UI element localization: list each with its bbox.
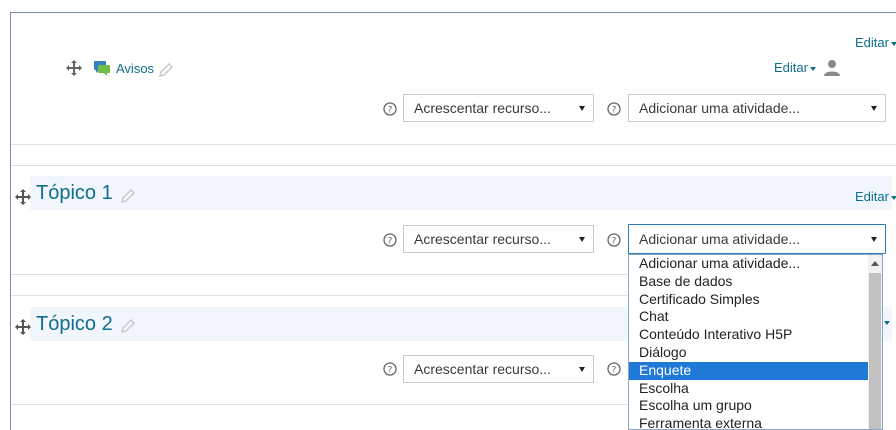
dropdown-option[interactable]: Enquete bbox=[629, 361, 869, 380]
section-2-edit-caret-icon[interactable] bbox=[884, 321, 890, 325]
section-1-edit-menu[interactable]: Editar bbox=[855, 189, 896, 204]
select-value: Acrescentar recurso... bbox=[414, 361, 551, 377]
select-value: Acrescentar recurso... bbox=[414, 100, 551, 116]
edit-label: Editar bbox=[774, 60, 808, 75]
dropdown-option[interactable]: Certificado Simples bbox=[629, 291, 869, 309]
move-icon[interactable] bbox=[15, 189, 31, 205]
add-resource-select[interactable]: Acrescentar recurso... bbox=[403, 355, 594, 383]
dropdown-option[interactable]: Ferramenta externa bbox=[629, 415, 869, 429]
user-icon bbox=[824, 60, 840, 76]
add-activity-select[interactable]: Adicionar uma atividade... bbox=[628, 94, 886, 122]
activity-edit-menu[interactable]: Editar bbox=[774, 60, 816, 75]
svg-text:?: ? bbox=[388, 106, 393, 116]
pencil-icon[interactable] bbox=[158, 62, 174, 78]
chevron-down-icon bbox=[579, 106, 585, 111]
caret-down-icon bbox=[890, 195, 896, 200]
add-activity-select-open[interactable]: Adicionar uma atividade... bbox=[628, 224, 886, 254]
section-divider bbox=[11, 404, 628, 405]
move-icon[interactable] bbox=[66, 60, 82, 76]
section-1-title[interactable]: Tópico 1 bbox=[36, 182, 113, 205]
dropdown-option[interactable]: Base de dados bbox=[629, 273, 869, 291]
edit-label: Editar bbox=[855, 35, 889, 50]
add-resource-select[interactable]: Acrescentar recurso... bbox=[403, 225, 594, 253]
dropdown-option[interactable]: Chat bbox=[629, 308, 869, 326]
chevron-down-icon bbox=[871, 237, 877, 242]
svg-text:?: ? bbox=[612, 366, 617, 376]
dropdown-option[interactable]: Adicionar uma atividade... bbox=[629, 255, 869, 273]
select-value: Adicionar uma atividade... bbox=[639, 100, 801, 116]
help-icon[interactable]: ? bbox=[383, 362, 397, 376]
section-divider bbox=[11, 144, 896, 145]
help-icon[interactable]: ? bbox=[383, 102, 397, 116]
svg-text:?: ? bbox=[388, 237, 393, 247]
chevron-down-icon bbox=[871, 106, 877, 111]
caret-down-icon bbox=[890, 41, 896, 46]
svg-text:?: ? bbox=[612, 237, 617, 247]
pencil-icon[interactable] bbox=[120, 188, 136, 204]
pencil-icon[interactable] bbox=[120, 318, 136, 334]
dropdown-option[interactable]: Escolha bbox=[629, 380, 869, 398]
select-value: Acrescentar recurso... bbox=[414, 231, 551, 247]
select-value: Adicionar uma atividade... bbox=[639, 231, 801, 247]
edit-label: Editar bbox=[855, 189, 889, 204]
dropdown-option[interactable]: Escolha um grupo bbox=[629, 397, 869, 415]
chevron-down-icon bbox=[579, 237, 585, 242]
dropdown-scrollbar[interactable] bbox=[868, 255, 882, 429]
dropdown-option[interactable]: Conteúdo Interativo H5P bbox=[629, 326, 869, 344]
activity-dropdown-list[interactable]: Adicionar uma atividade... Base de dados C… bbox=[628, 254, 883, 430]
announcements-link[interactable]: Avisos bbox=[116, 61, 154, 76]
chevron-down-icon bbox=[579, 367, 585, 372]
help-icon[interactable]: ? bbox=[607, 362, 621, 376]
section-2-title[interactable]: Tópico 2 bbox=[36, 313, 113, 336]
help-icon[interactable]: ? bbox=[383, 233, 397, 247]
activity-options: Adicionar uma atividade... Base de dados C… bbox=[629, 255, 869, 429]
help-icon[interactable]: ? bbox=[607, 233, 621, 247]
add-resource-select[interactable]: Acrescentar recurso... bbox=[403, 94, 594, 122]
section-divider bbox=[11, 165, 896, 166]
svg-text:?: ? bbox=[612, 106, 617, 116]
move-icon[interactable] bbox=[15, 319, 31, 335]
section-divider bbox=[11, 295, 628, 296]
scroll-up-icon[interactable] bbox=[871, 261, 879, 266]
page-frame-left bbox=[10, 12, 11, 430]
help-icon[interactable]: ? bbox=[607, 102, 621, 116]
section-1-header bbox=[30, 176, 892, 210]
scroll-thumb[interactable] bbox=[869, 273, 881, 429]
dropdown-option[interactable]: Diálogo bbox=[629, 344, 869, 362]
section-divider bbox=[11, 274, 628, 275]
caret-down-icon bbox=[809, 66, 816, 71]
section-0-edit-menu[interactable]: Editar bbox=[855, 35, 896, 50]
page-frame-top bbox=[10, 12, 896, 13]
svg-text:?: ? bbox=[388, 366, 393, 376]
forum-icon bbox=[94, 61, 110, 76]
